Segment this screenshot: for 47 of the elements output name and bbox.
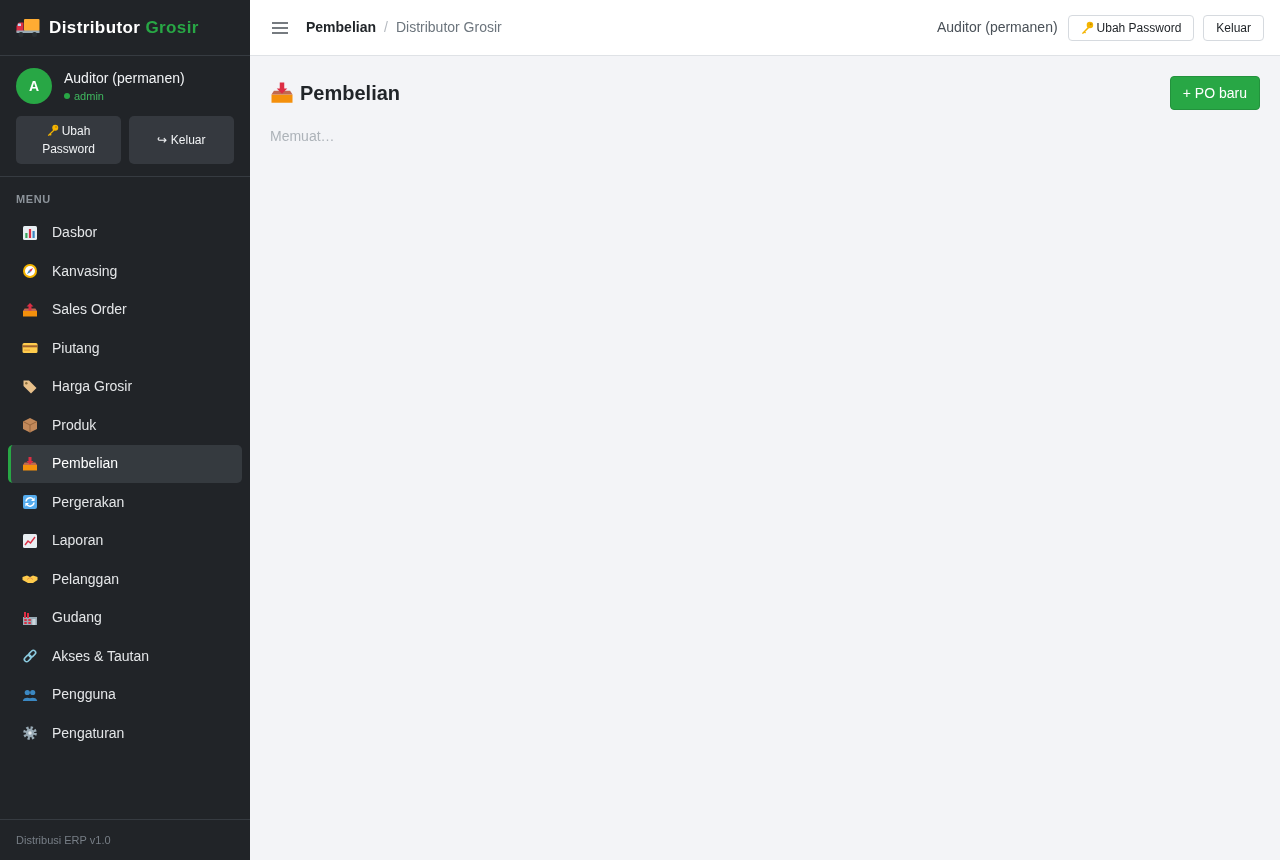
user-name: Auditor (permanen) xyxy=(936,18,1058,37)
user-role: admin xyxy=(74,89,104,103)
menu-item[interactable]: Pelanggan xyxy=(8,560,242,599)
menu-item[interactable]: Kanvasing xyxy=(8,252,242,291)
truck-icon xyxy=(16,17,40,38)
tag-icon xyxy=(22,378,38,395)
logout-button[interactable]: Keluar xyxy=(1203,14,1264,41)
version-text: Distribusi ERP v1.0 xyxy=(16,832,111,848)
compass-icon xyxy=(22,263,38,280)
menu-item[interactable]: Gudang xyxy=(8,598,242,637)
breadcrumb-separator: / xyxy=(384,18,388,37)
page-title: Pembelian xyxy=(300,81,401,106)
user-name: Auditor (permanen) xyxy=(64,69,185,87)
menu-item[interactable]: Produk xyxy=(8,406,242,445)
package-icon xyxy=(22,417,38,434)
key-icon xyxy=(46,124,59,136)
key-icon xyxy=(1080,21,1094,34)
menu-icon xyxy=(272,21,288,34)
breadcrumb-parent: Distributor Grosir xyxy=(395,18,502,37)
loading-text: Memuat… xyxy=(270,127,336,146)
avatar: A xyxy=(16,68,52,104)
logout-button[interactable]: ↪ Keluar xyxy=(129,116,234,164)
menu-heading: MENU xyxy=(15,192,52,207)
menu-item[interactable]: Harga Grosir xyxy=(8,367,242,406)
bar-chart-icon xyxy=(22,224,38,241)
menu-item[interactable]: Pengaturan xyxy=(8,714,242,753)
menu-item[interactable]: Dasbor xyxy=(8,213,242,252)
outbox-tray-icon xyxy=(22,301,38,318)
menu-item[interactable]: Akses & Tautan xyxy=(8,637,242,676)
menu-item[interactable]: Laporan xyxy=(8,521,242,560)
breadcrumb-current: Pembelian xyxy=(306,18,377,37)
menu-item[interactable]: Piutang xyxy=(8,329,242,368)
factory-icon xyxy=(22,609,38,626)
arrows-cycle-icon xyxy=(22,494,38,511)
change-password-button[interactable]: Ubah Password xyxy=(16,116,121,164)
menu-item[interactable]: Pergerakan xyxy=(8,483,242,522)
link-icon xyxy=(22,648,38,665)
inbox-tray-icon xyxy=(270,81,294,105)
inbox-tray-icon xyxy=(22,455,38,472)
change-password-button[interactable]: Ubah Password xyxy=(1067,14,1195,41)
menu-item[interactable]: Pengguna xyxy=(8,675,242,714)
brand-title: Distributor Grosir xyxy=(49,16,199,39)
settings-gear-icon xyxy=(22,725,38,742)
menu-item[interactable]: Sales Order xyxy=(8,290,242,329)
menu-button[interactable] xyxy=(272,21,288,34)
menu-item[interactable]: Pembelian xyxy=(8,444,242,483)
line-chart-icon xyxy=(22,532,38,549)
